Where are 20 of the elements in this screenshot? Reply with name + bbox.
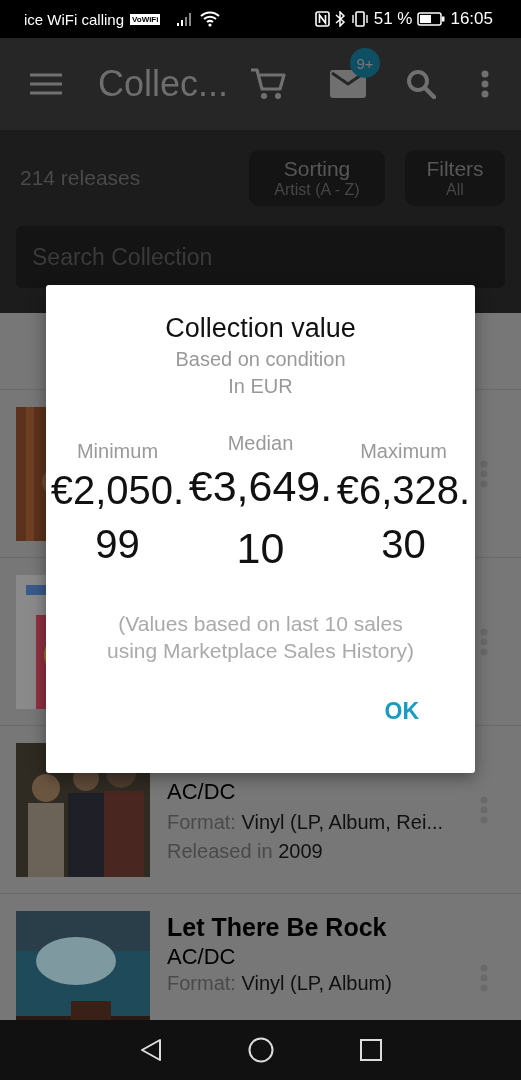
dialog-note: (Values based on last 10 sales using Marketplace Sales History) [106,610,415,664]
app-title: Collec... [98,63,229,105]
stat-value: €3,649.10 [187,461,334,575]
stat-label: Median [227,432,294,455]
artist-name: AC/DC [167,779,237,805]
artist-name: AC/DC [167,944,237,970]
clock-time: 16:05 [450,9,493,29]
dialog-title: Collection value [165,313,356,344]
dialog-subtitle: Based on condition [175,348,346,371]
mail-count-badge: 9+ [350,48,381,78]
stat-label: Minimum [76,440,159,464]
currency-label: In EUR [228,375,293,398]
vowifi-badge: VoWiFi [130,13,161,25]
stat-value: €6,328.30 [335,467,472,569]
stat-value: €2,050.99 [49,467,186,569]
stat-label: Maximum [360,440,447,464]
carrier-name: ice WiFi calling [24,10,125,28]
release-title: Let There Be Rock [167,913,388,942]
ok-button[interactable]: OK [380,694,423,730]
battery-percent: 51 % [373,9,413,29]
